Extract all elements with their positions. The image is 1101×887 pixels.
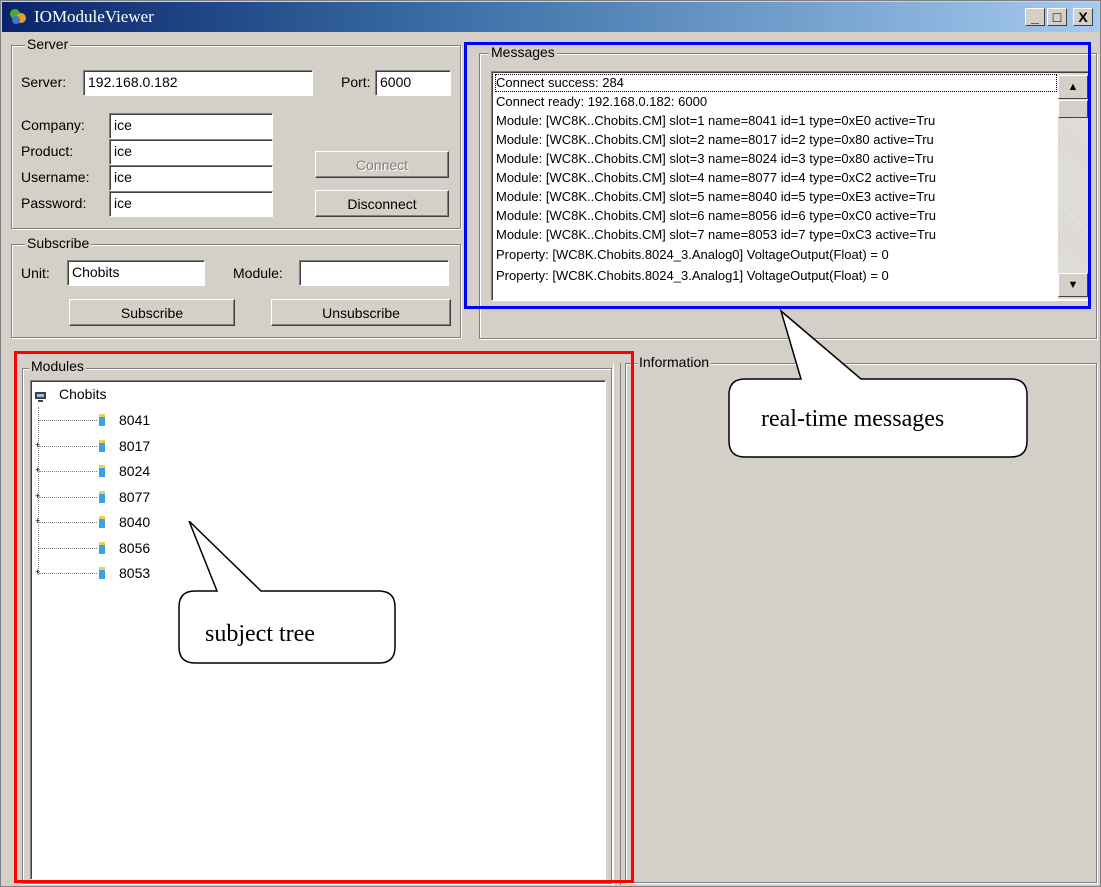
close-icon: X [1078,9,1088,25]
product-input[interactable]: ice [109,139,273,165]
port-label: Port: [341,74,371,90]
unit-label: Unit: [21,265,50,281]
server-group-legend: Server [25,36,71,52]
company-label: Company: [21,117,85,133]
messages-callout [728,308,1028,458]
window-title: IOModuleViewer [34,7,154,26]
connect-button[interactable]: Connect [315,151,449,178]
subscribe-group-legend: Subscribe [25,235,92,251]
messages-callout-text: real-time messages [761,406,945,432]
unit-input[interactable]: Chobits [67,260,205,286]
app-icon [10,9,26,24]
disconnect-button[interactable]: Disconnect [315,190,449,217]
subscribe-button[interactable]: Subscribe [69,299,235,326]
server-input[interactable]: 192.168.0.182 [83,70,313,96]
product-label: Product: [21,143,74,159]
password-label: Password: [21,195,87,211]
port-input[interactable]: 6000 [375,70,451,96]
company-input[interactable]: ice [109,113,273,139]
unsubscribe-button[interactable]: Unsubscribe [271,299,451,326]
module-label: Module: [233,265,283,281]
information-group-legend: Information [637,354,712,370]
maximize-button[interactable]: □ [1047,8,1067,26]
app-window: IOModuleViewer _ □ X Server Server: 192.… [0,0,1101,887]
server-label: Server: [21,74,67,90]
module-input[interactable] [299,260,449,286]
username-input[interactable]: ice [109,165,273,191]
username-label: Username: [21,169,90,185]
messages-highlight [464,42,1091,309]
password-input[interactable]: ice [109,191,273,217]
tree-callout-text: subject tree [205,621,315,647]
minimize-icon: _ [1031,9,1039,25]
close-button[interactable]: X [1073,8,1093,26]
maximize-icon: □ [1052,9,1062,25]
minimize-button[interactable]: _ [1025,8,1045,26]
title-bar[interactable]: IOModuleViewer _ □ X [2,2,1099,32]
tree-callout [178,521,396,664]
